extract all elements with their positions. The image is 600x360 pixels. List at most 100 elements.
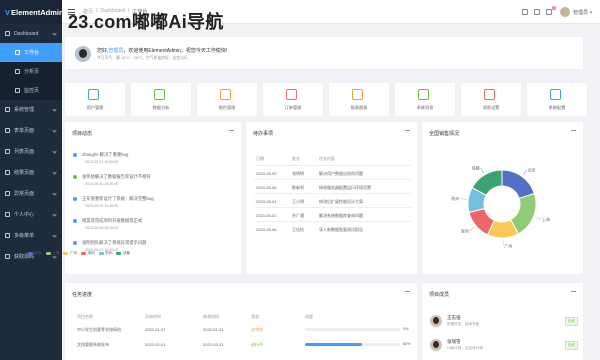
sidebar-item[interactable]: 个人中心 (0, 205, 62, 224)
table-row[interactable]: 2023-05-08 陈新利 修改服务器配置运行环境设置 (254, 179, 411, 193)
sidebar-item-label: 结果页面 (14, 170, 35, 176)
panel-title: 项目成员 (429, 292, 450, 298)
sidebar-item[interactable]: 工作台 (0, 43, 62, 62)
member-name: 王志强 (447, 315, 461, 320)
sidebar-item[interactable]: 异常页面 (0, 184, 62, 203)
legend-label: 上海 (52, 251, 60, 255)
sidebar-item[interactable]: 多级菜单 (0, 226, 62, 245)
sidebar-item-label: 监控页 (24, 88, 40, 94)
table-row[interactable]: 2023-05-09 张明明 解决用户数据出现的问题 (254, 165, 411, 179)
menu-icon (5, 128, 10, 133)
legend-item[interactable]: 深圳 (81, 251, 95, 256)
quick-link[interactable]: 角色管理 (197, 83, 257, 116)
collapse-icon[interactable] (405, 130, 410, 131)
dynamic-text: zhanghe 解决了重要bug (82, 152, 129, 157)
dynamic-text: 张明团队解决了系统异常提示问题 (82, 240, 147, 245)
table-cell: 2023-05-01 (256, 213, 277, 218)
menu-icon (15, 88, 20, 93)
sidebar-item-label: 系统管理 (14, 107, 35, 113)
chevron-down-icon[interactable] (589, 10, 593, 14)
menu-icon (15, 69, 20, 74)
sales-card: 全国销售情况 北京 上海 广州 深圳 杭州 成都 (422, 122, 583, 274)
user-name[interactable]: 管理员 (573, 9, 588, 16)
sidebar-item-label: 分析页 (24, 69, 40, 75)
quick-link[interactable]: 订单管理 (263, 83, 323, 116)
welcome-message: 您好,管理员，欢迎使用ElementAdmin，祝您今天工作愉快! (97, 47, 227, 54)
team-member[interactable]: 王志强 前端开发，技术专家 在线 (430, 313, 578, 335)
collapse-icon[interactable] (571, 291, 576, 292)
table-row[interactable]: 2023-05-08 王佳怡 导入新数据批量测试报告 (254, 221, 411, 235)
quick-link[interactable]: 系统消息 (395, 83, 455, 116)
quick-link[interactable]: 数据分析 (131, 83, 191, 116)
sidebar-item[interactable]: Dashboard (0, 24, 62, 43)
sidebar-item[interactable]: 列表页面 (0, 142, 62, 161)
legend-swatch (81, 252, 87, 255)
task-status: 未完成 (251, 327, 263, 332)
progress-label: 0% (403, 327, 409, 331)
table-row[interactable]: 2023-05-01 孙广通 解决系统数据库查询问题 (254, 207, 411, 221)
sidebar-item-label: 工作台 (24, 50, 40, 56)
table-row[interactable]: 2023-05-04 王小明 修改后扩展性能设计方案 (254, 193, 411, 207)
settings-icon[interactable] (533, 9, 540, 15)
pie-slice-0[interactable] (501, 169, 535, 200)
chevron-down-icon (52, 149, 57, 154)
collapse-icon[interactable] (405, 291, 410, 292)
progress-bar (305, 343, 400, 346)
table-cell: 2023-05-08 (256, 227, 277, 232)
menu-icon (5, 191, 10, 196)
collapse-icon[interactable] (229, 130, 234, 131)
chart-legend: 北京 上海 广州 深圳 杭州 成都 (28, 251, 134, 256)
quick-link-label: 系统消息 (416, 105, 434, 110)
greeting-user: 管理员 (108, 48, 124, 54)
fullscreen-icon[interactable] (521, 9, 528, 15)
legend-item[interactable]: 成都 (116, 251, 130, 256)
table-header-task: 任务内容 (319, 156, 335, 161)
progress-fill (305, 343, 362, 346)
menu-icon (5, 107, 10, 112)
table-cell: 张明明 (292, 171, 304, 176)
table-header-start: 开始时间 (145, 314, 161, 319)
table-header-end: 结束时间 (203, 314, 219, 319)
dynamic-date: 2023-05-10 15:20:00 (85, 182, 119, 186)
table-cell: 修改服务器配置运行环境设置 (319, 185, 371, 190)
timeline-dot-icon (73, 219, 77, 223)
chevron-down-icon (52, 31, 57, 36)
timeline-dot-icon (73, 153, 77, 157)
task-start: 2022-01-01 (145, 327, 166, 332)
legend-item[interactable]: 广州 (63, 251, 77, 256)
member-avatar (430, 315, 442, 327)
sidebar-item[interactable]: 结果页面 (0, 163, 62, 182)
table-header-status: 状态 (251, 314, 259, 319)
menu-icon (5, 212, 10, 217)
bell-icon[interactable]: 8 (545, 6, 556, 15)
quick-link[interactable]: 用户管理 (65, 83, 125, 116)
quick-link-label: 数据分析 (152, 105, 170, 110)
quick-links: 用户管理 数据分析 角色管理 订单管理 报表图表 系统消息 消息设置 系统配置 (65, 83, 591, 116)
sidebar-item[interactable]: 获取源码 (0, 247, 62, 266)
quick-link[interactable]: 报表图表 (329, 83, 389, 116)
panel-title: 待办事项 (253, 131, 274, 137)
legend-item[interactable]: 上海 (45, 251, 60, 256)
chevron-down-icon (52, 170, 57, 175)
legend-item[interactable]: 杭州 (98, 251, 112, 256)
menu-icon (5, 31, 10, 36)
sidebar-item[interactable]: 系统管理 (0, 100, 62, 119)
legend-swatch (45, 252, 51, 255)
quick-link-icon (220, 89, 231, 100)
menu-icon (15, 50, 20, 55)
legend-label: 北京 (34, 251, 42, 255)
member-avatar (430, 339, 442, 351)
sidebar-item[interactable]: 分析页 (0, 62, 62, 81)
quick-link[interactable]: 系统配置 (527, 83, 587, 116)
task-name: 文档管理系统发布 (77, 342, 109, 347)
sidebar-item[interactable]: 表单页面 (0, 121, 62, 140)
table-cell: 陈新利 (292, 185, 304, 190)
sidebar-item[interactable]: 监控页 (0, 81, 62, 100)
quick-link[interactable]: 消息设置 (461, 83, 521, 116)
avatar[interactable] (559, 7, 570, 17)
legend-item[interactable]: 北京 (28, 251, 42, 256)
sidebar-item-label: 表单页面 (14, 128, 35, 134)
chevron-down-icon (52, 128, 57, 133)
app-logo[interactable]: V ElementAdmin (0, 0, 64, 24)
team-member[interactable]: 张瑞雪 UI设计师，交互设计师 在线 (430, 337, 578, 359)
